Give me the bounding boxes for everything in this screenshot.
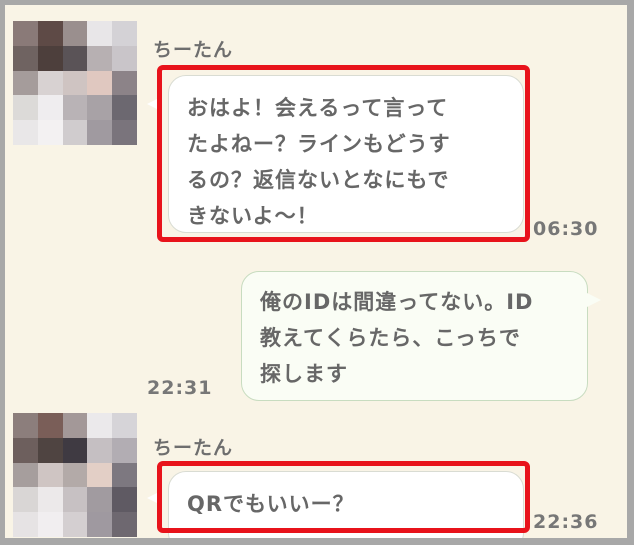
- message-time: 06:30: [533, 218, 599, 240]
- message-line: 探します: [260, 362, 348, 386]
- sender-name: ちーたん: [153, 39, 234, 61]
- highlight-box: [157, 65, 530, 242]
- highlight-box: [157, 461, 530, 533]
- message-bubble-outgoing[interactable]: 俺のIDは間違ってない。ID 教えてくらたら、こっちで 探します: [241, 271, 588, 401]
- chat-screen: ちーたん おはよ！会えるって言って たよねー？ラインもどうす るの？返信ないとな…: [5, 5, 627, 538]
- message-time: 22:31: [147, 377, 213, 399]
- message-line: 教えてくらたら、こっちで: [260, 326, 521, 350]
- bubble-tail: [587, 293, 601, 307]
- sender-name: ちーたん: [153, 437, 234, 459]
- message-time: 22:36: [533, 511, 599, 533]
- message-line: 俺のIDは間違ってない。ID: [260, 290, 534, 314]
- pixelated-avatar-icon[interactable]: [13, 21, 137, 145]
- pixelated-avatar-icon[interactable]: [13, 413, 137, 537]
